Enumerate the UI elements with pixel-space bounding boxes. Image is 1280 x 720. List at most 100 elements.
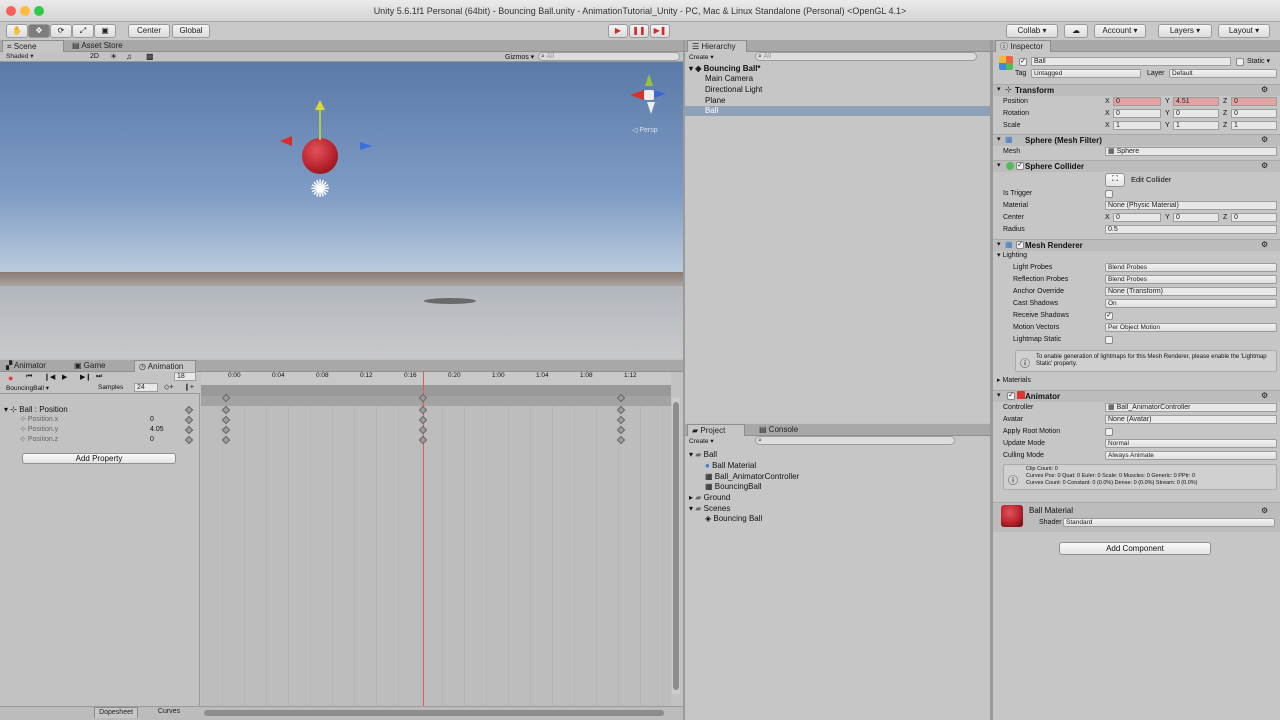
shading-mode-dropdown[interactable]: Shaded ▾ (4, 53, 80, 62)
clip-dropdown[interactable]: BouncingBall ▾ (6, 384, 49, 392)
static-checkbox[interactable] (1236, 58, 1244, 66)
component-settings-icon[interactable]: ⚙ (1261, 161, 1268, 170)
last-keyframe-button[interactable]: ⏭ (96, 373, 102, 381)
pivot-global-toggle[interactable]: Global (172, 24, 210, 38)
component-settings-icon[interactable]: ⚙ (1261, 240, 1268, 249)
orientation-gizmo[interactable] (626, 72, 672, 122)
property-row-value[interactable]: 0 (150, 415, 154, 425)
ball-object[interactable] (302, 138, 338, 174)
project-asset-row[interactable]: ● Ball Material (705, 461, 756, 471)
sphere-collider-header[interactable]: Sphere Collider (993, 160, 1280, 172)
layers-dropdown[interactable]: Layers ▾ (1158, 24, 1212, 38)
pivot-center-toggle[interactable]: Center (128, 24, 170, 38)
tab-asset-store[interactable]: ▤ Asset Store (68, 40, 140, 52)
2d-toggle[interactable]: 2D (90, 53, 99, 60)
position-x-field[interactable]: 0 (1113, 97, 1161, 106)
property-row-name[interactable]: ⊹ Position.y (20, 425, 58, 435)
transform-header[interactable]: Transform (993, 84, 1280, 96)
mesh-renderer-header[interactable]: Mesh Renderer (993, 239, 1280, 251)
physic-material-field[interactable]: None (Physic Material) (1105, 201, 1277, 210)
cloud-button[interactable]: ☁ (1064, 24, 1088, 38)
event-track[interactable] (201, 386, 671, 396)
next-keyframe-button[interactable]: ▶❙ (80, 373, 91, 381)
pause-button[interactable]: ❚❚ (629, 24, 649, 38)
step-button[interactable]: ▶❚ (650, 24, 670, 38)
project-asset-row[interactable]: ▦ BouncingBall (705, 482, 762, 492)
rect-tool-button[interactable]: ▣ (94, 24, 116, 38)
minimize-window-button[interactable] (20, 6, 30, 16)
tab-animator[interactable]: ▞ Animator (2, 360, 52, 372)
radius-field[interactable]: 0.5 (1105, 225, 1277, 234)
layout-dropdown[interactable]: Layout ▾ (1218, 24, 1270, 38)
layer-dropdown[interactable]: Default (1169, 69, 1277, 78)
timeline-ruler[interactable]: 0:00 0:04 0:08 0:12 0:16 0:20 1:00 1:04 … (201, 372, 671, 386)
update-mode-dropdown[interactable]: Normal (1105, 439, 1277, 448)
component-settings-icon[interactable]: ⚙ (1261, 506, 1268, 515)
tab-inspector[interactable]: ⓘ Inspector (995, 40, 1051, 52)
property-row-value[interactable]: 4.05 (150, 425, 164, 435)
property-row-value[interactable]: 0 (150, 435, 154, 445)
rotation-z-field[interactable]: 0 (1231, 109, 1277, 118)
tab-animation[interactable]: ◷ Animation (134, 360, 196, 372)
add-component-button[interactable]: Add Component (1059, 542, 1211, 555)
lighting-foldout[interactable]: ▾ Lighting (997, 251, 1027, 261)
center-x-field[interactable]: 0 (1113, 213, 1161, 222)
controller-field[interactable]: ▦ Ball_AnimatorController (1105, 403, 1277, 412)
tab-console[interactable]: ▤ Console (755, 424, 805, 436)
gizmo-center-cube[interactable] (644, 90, 654, 100)
gizmo-y-cone[interactable] (645, 74, 653, 86)
property-group-row[interactable]: ▾ ⊹ Ball : Position (4, 405, 68, 415)
property-row-name[interactable]: ⊹ Position.z (20, 435, 58, 445)
dopesheet-area[interactable] (201, 406, 671, 710)
position-z-field[interactable]: 0 (1231, 97, 1277, 106)
timeline-vertical-scrollbar[interactable] (672, 398, 680, 694)
is-trigger-checkbox[interactable] (1105, 190, 1113, 198)
project-folder-row[interactable]: ▾ ▰ Scenes (689, 504, 730, 514)
hierarchy-item-selected[interactable] (685, 106, 990, 116)
add-event-icon[interactable]: ❙+ (184, 383, 194, 391)
hand-tool-button[interactable]: ✋ (6, 24, 28, 38)
motion-vectors-dropdown[interactable]: Per Object Motion (1105, 323, 1277, 332)
animator-enabled-checkbox[interactable]: ✓ (1007, 392, 1015, 400)
scale-z-field[interactable]: 1 (1231, 121, 1277, 130)
materials-foldout[interactable]: ▸ Materials (997, 376, 1031, 386)
project-create-dropdown[interactable]: Create ▾ (689, 437, 714, 445)
edit-collider-button[interactable]: ⛶ (1105, 173, 1125, 187)
panel-divider[interactable] (990, 40, 993, 720)
cast-shadows-dropdown[interactable]: On (1105, 299, 1277, 308)
hierarchy-item[interactable]: Main Camera (705, 74, 753, 84)
lightmap-static-checkbox[interactable] (1105, 336, 1113, 344)
effects-toggle-icon[interactable]: ▩ (146, 52, 154, 61)
static-dropdown[interactable]: Static ▾ (1247, 57, 1270, 65)
project-asset-row[interactable]: ◈ Bouncing Ball (705, 514, 762, 524)
object-name-input[interactable]: Ball (1031, 57, 1231, 66)
gizmo-z-cone[interactable] (654, 90, 666, 98)
tab-curves[interactable]: Curves (150, 707, 188, 718)
center-y-field[interactable]: 0 (1173, 213, 1219, 222)
expand-arrow-icon[interactable]: ▾ (997, 85, 1001, 93)
first-keyframe-button[interactable]: ⏮ (26, 373, 32, 381)
scale-x-field[interactable]: 1 (1113, 121, 1161, 130)
project-folder-row[interactable]: ▾ ▰ Ball (689, 450, 717, 460)
light-probes-dropdown[interactable]: Blend Probes (1105, 263, 1277, 272)
collider-enabled-checkbox[interactable]: ✓ (1016, 162, 1024, 170)
directional-light-icon[interactable]: ✺ (306, 176, 334, 204)
center-z-field[interactable]: 0 (1231, 213, 1277, 222)
hierarchy-search-input[interactable]: ⌕ All (755, 52, 977, 61)
lighting-toggle-icon[interactable]: ☀ (110, 52, 117, 61)
gizmo-neg-y-cone[interactable] (647, 102, 655, 114)
add-keyframe-icon[interactable]: ◇+ (164, 383, 173, 391)
expand-arrow-icon[interactable]: ▾ (997, 161, 1001, 169)
expand-arrow-icon[interactable]: ▾ (997, 240, 1001, 248)
move-gizmo-x-arrow[interactable] (280, 136, 292, 146)
receive-shadows-checkbox[interactable]: ✓ (1105, 312, 1113, 320)
project-search-input[interactable]: ⌕ (755, 436, 955, 445)
audio-toggle-icon[interactable]: ♫ (126, 52, 132, 61)
expand-arrow-icon[interactable]: ▾ (997, 135, 1001, 143)
close-window-button[interactable] (6, 6, 16, 16)
scale-tool-button[interactable]: ⤢ (72, 24, 94, 38)
avatar-field[interactable]: None (Avatar) (1105, 415, 1277, 424)
tab-project[interactable]: ▰ Project (687, 424, 745, 436)
component-settings-icon[interactable]: ⚙ (1261, 135, 1268, 144)
active-checkbox[interactable]: ✓ (1019, 58, 1027, 66)
